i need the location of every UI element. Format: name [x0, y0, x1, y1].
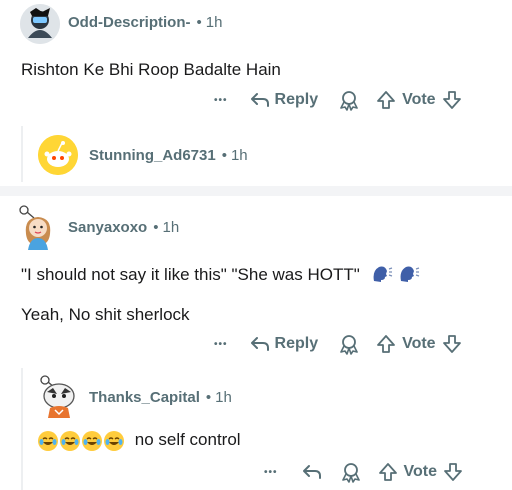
username-link[interactable]: Odd-Description- — [68, 14, 191, 31]
reply-button[interactable]: Reply — [250, 91, 319, 109]
separator-dot: • — [153, 219, 159, 236]
avatar[interactable] — [38, 374, 80, 418]
username-link[interactable]: Thanks_Capital — [89, 389, 200, 406]
comment-age: 1h — [230, 147, 248, 164]
avatar[interactable] — [16, 204, 60, 250]
award-icon — [340, 335, 358, 355]
thread-line[interactable] — [21, 126, 23, 182]
downvote-button[interactable] — [443, 462, 463, 482]
comment-body-line: "I should not say it like this" "She was… — [21, 263, 420, 288]
speaking-head-icon — [371, 263, 393, 288]
comment-author: Thanks_Capital • 1h — [89, 389, 232, 406]
crying-laughing-emoji-icon — [38, 430, 58, 451]
award-icon — [340, 91, 358, 111]
downvote-icon — [444, 463, 462, 481]
reply-arrow-icon — [250, 93, 269, 107]
separator-dot: • — [205, 389, 212, 406]
snoo-avatar-icon — [19, 205, 51, 250]
downvote-icon — [442, 91, 461, 109]
crying-laughing-emoji-icon — [60, 430, 80, 451]
reply-label: Reply — [274, 335, 319, 352]
snoo-avatar-icon — [20, 4, 60, 44]
upvote-button[interactable] — [378, 462, 398, 482]
comment-age: 1h — [215, 389, 232, 406]
comment-actions: ••• Reply Vote — [214, 331, 462, 357]
upvote-icon — [378, 463, 397, 481]
more-options-button[interactable]: ••• — [264, 467, 278, 478]
reply-button[interactable]: Reply — [250, 335, 319, 353]
award-button[interactable] — [338, 333, 360, 355]
comment-author: Odd-Description- • 1h — [68, 14, 222, 31]
award-icon — [341, 463, 360, 483]
vote-count: Vote — [402, 91, 436, 108]
comment-age: 1h — [205, 14, 223, 31]
comment-author: Sanyaxoxo • 1h — [68, 219, 179, 236]
upvote-button[interactable] — [376, 90, 396, 110]
comment-text: no self control — [134, 430, 241, 449]
separator-dot: • — [221, 147, 227, 164]
upvote-button[interactable] — [376, 334, 396, 354]
more-options-button[interactable]: ••• — [214, 339, 228, 350]
separator-dot: • — [196, 14, 202, 31]
award-button[interactable] — [338, 89, 360, 111]
comment-actions: ••• Vote — [264, 459, 463, 485]
downvote-button[interactable] — [442, 334, 462, 354]
comment-body-line: no self control — [38, 430, 241, 451]
vote-count: Vote — [403, 463, 437, 480]
downvote-button[interactable] — [442, 90, 462, 110]
speaking-head-icon — [398, 263, 420, 288]
comment-author: Stunning_Ad6731 • 1h — [89, 147, 248, 164]
vote-count: Vote — [402, 335, 436, 352]
upvote-icon — [377, 91, 395, 109]
crying-laughing-emoji-icon — [82, 430, 102, 451]
downvote-icon — [442, 335, 461, 353]
username-link[interactable]: Sanyaxoxo — [68, 219, 147, 236]
username-link[interactable]: Stunning_Ad6731 — [89, 147, 216, 164]
award-button[interactable] — [340, 461, 362, 483]
reply-button[interactable] — [302, 463, 322, 481]
snoo-avatar-icon — [40, 375, 75, 418]
comment-body: Rishton Ke Bhi Roop Badalte Hain — [21, 60, 281, 79]
comment-text: "I should not say it like this" "She was… — [21, 264, 360, 284]
reply-label: Reply — [274, 91, 319, 108]
snoo-avatar-icon — [38, 135, 78, 175]
upvote-icon — [377, 335, 395, 353]
more-options-button[interactable]: ••• — [214, 95, 228, 106]
reply-arrow-icon — [250, 337, 269, 351]
comment-actions: ••• Reply Vote — [214, 87, 462, 113]
comment-text: Yeah, No shit sherlock — [21, 305, 190, 324]
comment-divider — [0, 186, 512, 196]
thread-line[interactable] — [21, 368, 23, 490]
crying-laughing-emoji-icon — [104, 430, 124, 451]
reply-arrow-icon — [302, 465, 321, 479]
comment-age: 1h — [162, 219, 180, 236]
avatar[interactable] — [20, 4, 60, 44]
avatar[interactable] — [38, 135, 78, 175]
